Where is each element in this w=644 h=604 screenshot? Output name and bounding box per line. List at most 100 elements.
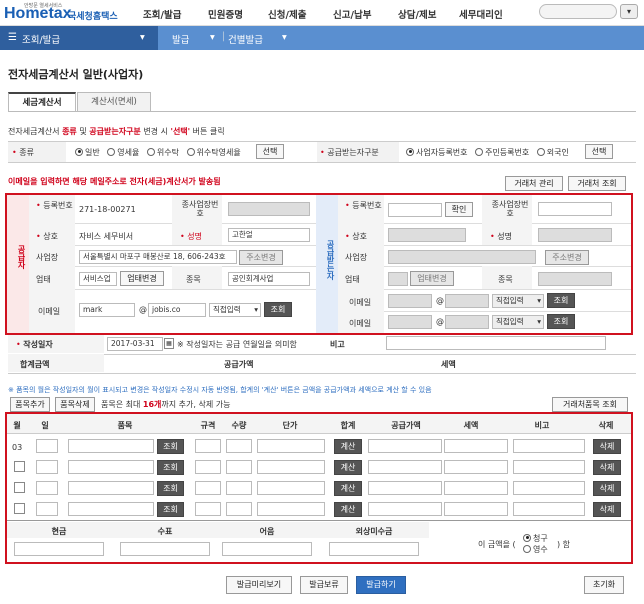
row-qty-field[interactable] [226, 460, 252, 474]
supplier-type-field[interactable]: 서비스업 [79, 272, 117, 286]
menu-inquiry-issue[interactable]: 조회/발급 [143, 7, 181, 21]
buyer-type-resident[interactable]: 주민등록번호 [475, 147, 529, 157]
row-memo-field[interactable] [513, 439, 585, 453]
partner-manage-button[interactable]: 거래처 관리 [505, 176, 563, 191]
payment-check-field[interactable] [120, 542, 210, 556]
row-delete-button[interactable]: 삭제 [593, 460, 621, 475]
row-checkbox[interactable] [14, 461, 25, 472]
partner-search-button[interactable]: 거래처 조회 [568, 176, 626, 191]
row-memo-field[interactable] [513, 481, 585, 495]
buyer-addr-field[interactable] [388, 250, 536, 264]
payment-credit-field[interactable] [329, 542, 419, 556]
row-item-field[interactable] [68, 502, 154, 516]
buyer-type-change-button[interactable]: 업태변경 [410, 271, 454, 286]
issue-preview-button[interactable]: 발급미리보기 [226, 576, 292, 594]
row-price-field[interactable] [257, 439, 325, 453]
row-qty-field[interactable] [226, 439, 252, 453]
supplier-addr-field[interactable]: 서울특별시 마포구 매봉산로 18, 606-243호 [79, 250, 237, 264]
row-memo-field[interactable] [513, 460, 585, 474]
supplier-addr-change-button[interactable]: 주소변경 [239, 250, 283, 265]
issue-button[interactable]: 발급하기 [356, 576, 406, 594]
kind-option-consign-zero[interactable]: 위수탁영세율 [186, 147, 241, 157]
search-icon[interactable]: ▾ [620, 4, 638, 19]
row-tax-field[interactable] [444, 460, 508, 474]
buyer-addr-change-button[interactable]: 주소변경 [545, 250, 589, 265]
reset-button[interactable]: 초기화 [584, 576, 624, 594]
delete-item-button[interactable]: 품목삭제 [55, 397, 95, 412]
row-spec-field[interactable] [195, 481, 221, 495]
row-item-field[interactable] [68, 439, 154, 453]
row-delete-button[interactable]: 삭제 [593, 481, 621, 496]
supplier-item-field[interactable]: 공인회계사업 [228, 272, 310, 286]
row-item-search-button[interactable]: 조회 [157, 502, 184, 517]
row-spec-field[interactable] [195, 460, 221, 474]
partner-items-search-button[interactable]: 거래처품목 조회 [552, 397, 628, 412]
row-calc-button[interactable]: 계산 [334, 460, 362, 475]
menu-certificates[interactable]: 민원증명 [208, 7, 243, 21]
buyer-email2-id[interactable] [388, 315, 432, 329]
claim-option[interactable]: 청구 [523, 533, 548, 544]
row-tax-field[interactable] [444, 439, 508, 453]
hamburger-icon[interactable]: ☰ [8, 32, 17, 43]
row-price-field[interactable] [257, 502, 325, 516]
buyer-type-select-button[interactable]: 선택 [585, 144, 613, 159]
buyer-email2-select[interactable]: 직접입력 ▾ [492, 315, 544, 329]
breadcrumb-single-issue[interactable]: 건별발급 [228, 32, 263, 46]
buyer-rep-field[interactable] [538, 228, 612, 242]
row-price-field[interactable] [257, 460, 325, 474]
supplier-email-select[interactable]: 직접입력 ▾ [209, 303, 261, 317]
supplier-sub-biz-field[interactable] [228, 202, 310, 216]
kind-option-consign[interactable]: 위수탁 [146, 147, 179, 157]
buyer-type-foreigner[interactable]: 외국인 [536, 147, 569, 157]
row-checkbox[interactable] [14, 482, 25, 493]
issue-hold-button[interactable]: 발급보류 [300, 576, 348, 594]
buyer-email2-domain[interactable] [445, 315, 489, 329]
menu-apply-submit[interactable]: 신청/제출 [268, 7, 306, 21]
row-item-search-button[interactable]: 조회 [157, 460, 184, 475]
receipt-option[interactable]: 영수 [523, 544, 548, 555]
payment-cash-field[interactable] [14, 542, 104, 556]
row-delete-button[interactable]: 삭제 [593, 439, 621, 454]
row-supply-field[interactable] [368, 439, 442, 453]
buyer-email-select[interactable]: 직접입력 ▾ [492, 294, 544, 308]
buyer-email-search-button[interactable]: 조회 [547, 293, 575, 308]
supplier-type-change-button[interactable]: 업태변경 [120, 271, 164, 286]
menu-consult[interactable]: 상담/제보 [398, 7, 436, 21]
row-day-field[interactable] [36, 481, 58, 495]
memo-field[interactable] [386, 336, 606, 350]
row-supply-field[interactable] [368, 460, 442, 474]
row-price-field[interactable] [257, 481, 325, 495]
buyer-type-business[interactable]: 사업자등록번호 [406, 147, 468, 157]
row-tax-field[interactable] [444, 481, 508, 495]
row-day-field[interactable] [36, 460, 58, 474]
buyer-type-field[interactable] [388, 272, 408, 286]
row-item-field[interactable] [68, 481, 154, 495]
row-supply-field[interactable] [368, 481, 442, 495]
write-date-field[interactable]: 2017-03-31 [107, 337, 163, 351]
hometax-logo[interactable]: 안방문 열세서비스 Hometax 국세청홈택스 [4, 3, 119, 23]
menu-tax-agent[interactable]: 세무대리인 [459, 7, 503, 21]
row-item-field[interactable] [68, 460, 154, 474]
supplier-rep-field[interactable]: 고한얼 [228, 228, 310, 242]
tab-invoice-exempt[interactable]: 계산서(면세) [77, 92, 151, 112]
row-memo-field[interactable] [513, 502, 585, 516]
chevron-down-icon[interactable]: ▾ [210, 32, 215, 43]
menu-report-pay[interactable]: 신고/납부 [333, 7, 371, 21]
chevron-down-icon[interactable]: ▾ [282, 32, 287, 43]
buyer-email2-search-button[interactable]: 조회 [547, 314, 575, 329]
row-qty-field[interactable] [226, 502, 252, 516]
row-item-search-button[interactable]: 조회 [157, 439, 184, 454]
buyer-sub-biz-field[interactable] [538, 202, 612, 216]
row-supply-field[interactable] [368, 502, 442, 516]
buyer-email-domain[interactable] [445, 294, 489, 308]
row-delete-button[interactable]: 삭제 [593, 502, 621, 517]
row-spec-field[interactable] [195, 439, 221, 453]
buyer-item-field[interactable] [538, 272, 612, 286]
buyer-reg-no-field[interactable] [388, 203, 442, 217]
supplier-email-id[interactable]: mark [79, 303, 135, 317]
row-day-field[interactable] [36, 502, 58, 516]
tab-tax-invoice[interactable]: 세금계산서 [8, 92, 76, 112]
row-tax-field[interactable] [444, 502, 508, 516]
row-spec-field[interactable] [195, 502, 221, 516]
row-checkbox[interactable] [14, 503, 25, 514]
